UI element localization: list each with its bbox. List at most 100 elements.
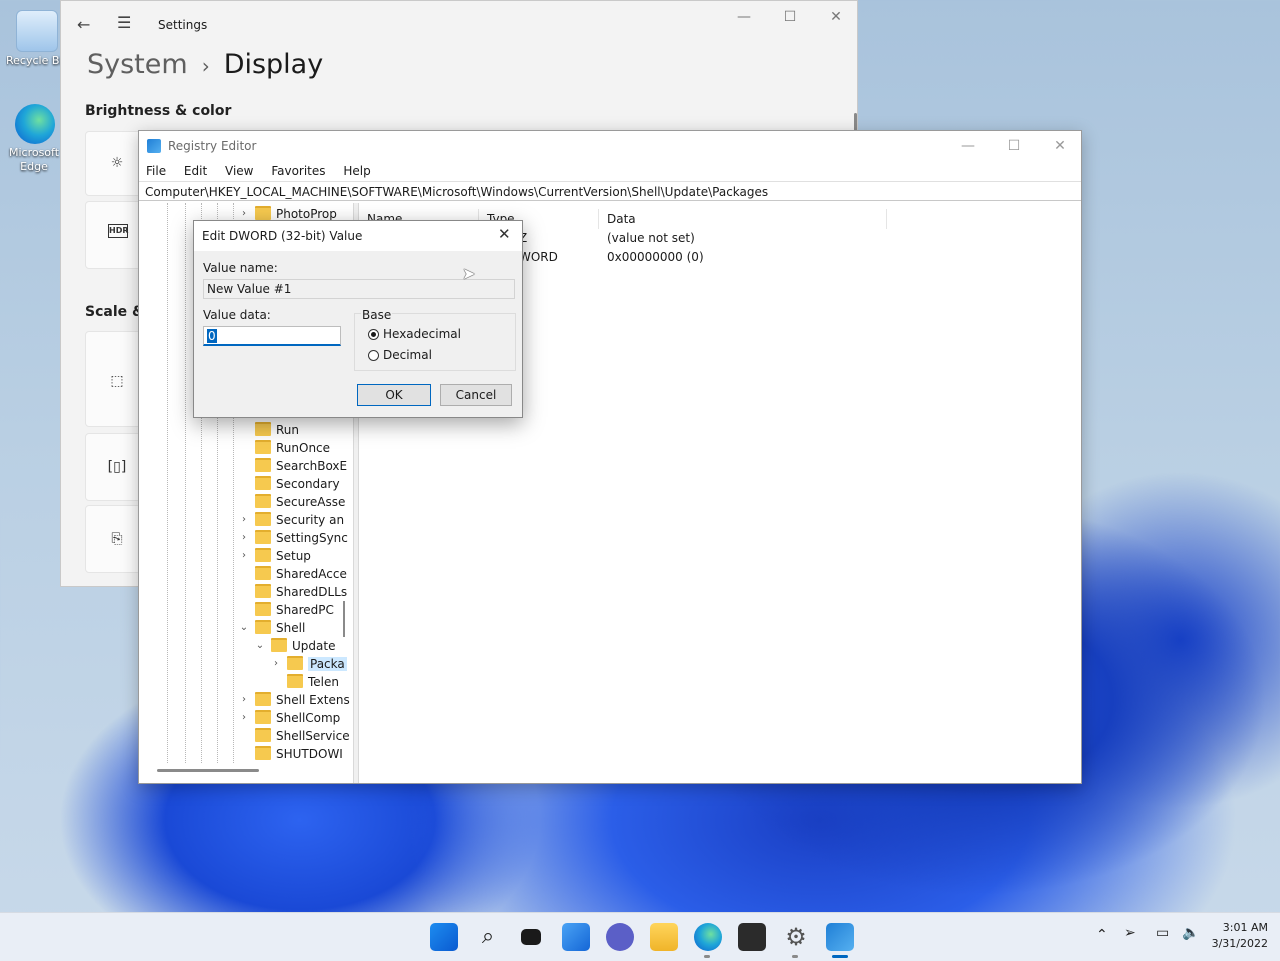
maximize-button[interactable]: ☐ bbox=[767, 1, 813, 33]
store-icon[interactable] bbox=[738, 923, 766, 951]
resolution-card[interactable]: [▯] bbox=[85, 433, 145, 501]
menu-view[interactable]: View bbox=[225, 164, 253, 178]
edge-label: Microsoft Edge bbox=[8, 146, 60, 173]
task-view-icon[interactable] bbox=[521, 929, 541, 945]
radio-checked-icon[interactable] bbox=[368, 329, 379, 340]
column-data-header[interactable]: Data bbox=[599, 209, 887, 229]
tree-item-label: ShellService bbox=[276, 729, 350, 743]
folder-icon bbox=[255, 440, 271, 454]
network-icon[interactable]: ▭ bbox=[1156, 925, 1169, 941]
tree-vertical-scrollbar[interactable] bbox=[343, 601, 345, 637]
value-data-input[interactable]: 0 bbox=[203, 326, 341, 346]
clock-date[interactable]: 3/31/2022 bbox=[1204, 937, 1268, 950]
tree-item-label: SecureAsse bbox=[276, 495, 346, 509]
chevron-right-icon[interactable]: › bbox=[239, 691, 249, 709]
radio-unchecked-icon[interactable] bbox=[368, 350, 379, 361]
chevron-right-icon[interactable]: › bbox=[239, 709, 249, 727]
tree-item-label: Run bbox=[276, 423, 300, 437]
tree-item[interactable]: Secondary bbox=[255, 475, 340, 493]
menu-favorites[interactable]: Favorites bbox=[271, 164, 325, 178]
breadcrumb-display: Display bbox=[223, 49, 324, 80]
tree-item[interactable]: › Shell Extens bbox=[242, 691, 350, 709]
start-icon[interactable] bbox=[430, 923, 458, 951]
chevron-right-icon[interactable]: › bbox=[271, 655, 281, 673]
scale-icon: ⬚ bbox=[110, 373, 124, 389]
menu-file[interactable]: File bbox=[146, 164, 166, 178]
dialog-title: Edit DWORD (32-bit) Value bbox=[202, 229, 363, 243]
tree-item-shell[interactable]: ⌄ Shell bbox=[240, 619, 305, 637]
orientation-card[interactable]: ⎘ bbox=[85, 505, 145, 573]
folder-icon bbox=[255, 710, 271, 724]
location-icon[interactable]: ➢ bbox=[1124, 925, 1136, 941]
tree-item[interactable]: Telen bbox=[287, 673, 339, 691]
tree-item[interactable]: › Setup bbox=[242, 547, 311, 565]
chat-icon[interactable] bbox=[606, 923, 634, 951]
clock-time[interactable]: 3:01 AM bbox=[1214, 921, 1268, 934]
hex-radio[interactable]: Hexadecimal bbox=[368, 327, 461, 341]
chevron-right-icon[interactable]: › bbox=[239, 547, 249, 565]
chevron-up-icon[interactable]: ⌃ bbox=[1096, 927, 1108, 943]
tree-item[interactable]: SearchBoxE bbox=[255, 457, 347, 475]
tree-item[interactable]: SHUTDOWI bbox=[255, 745, 343, 763]
folder-icon bbox=[255, 566, 271, 580]
edge-icon[interactable] bbox=[694, 923, 722, 951]
scale-card[interactable]: ⬚ bbox=[85, 331, 145, 427]
tree-item-label: Shell Extens bbox=[276, 693, 350, 707]
menu-help[interactable]: Help bbox=[343, 164, 370, 178]
folder-icon bbox=[255, 746, 271, 760]
decimal-radio[interactable]: Decimal bbox=[368, 348, 432, 362]
chevron-right-icon[interactable]: › bbox=[239, 511, 249, 529]
regedit-close-button[interactable]: ✕ bbox=[1037, 130, 1083, 162]
brightness-card[interactable]: ☼ bbox=[85, 131, 145, 196]
breadcrumb-system[interactable]: System bbox=[87, 49, 188, 80]
address-bar[interactable]: Computer\HKEY_LOCAL_MACHINE\SOFTWARE\Mic… bbox=[139, 181, 1081, 201]
tree-item[interactable]: SharedPC bbox=[255, 601, 334, 619]
volume-icon[interactable]: 🔈 bbox=[1182, 925, 1199, 941]
tree-horizontal-scrollbar[interactable] bbox=[157, 769, 259, 772]
tree-item-packages[interactable]: › Packa bbox=[274, 655, 347, 673]
value-data-label: Value data: bbox=[203, 308, 271, 322]
tree-item-label: SharedAcce bbox=[276, 567, 347, 581]
tree-item[interactable]: › ShellComp bbox=[242, 709, 340, 727]
tree-item[interactable]: SecureAsse bbox=[255, 493, 345, 511]
menu-edit[interactable]: Edit bbox=[184, 164, 207, 178]
tree-item-update[interactable]: ⌄ Update bbox=[256, 637, 335, 655]
regedit-app-icon bbox=[147, 139, 161, 153]
tree-item[interactable]: › SettingSync bbox=[242, 529, 348, 547]
cancel-button[interactable]: Cancel bbox=[440, 384, 512, 406]
folder-icon bbox=[255, 494, 271, 508]
tree-item[interactable]: Run bbox=[255, 421, 299, 439]
tree-item[interactable]: SharedDLLs bbox=[255, 583, 347, 601]
regedit-maximize-button[interactable]: ☐ bbox=[991, 130, 1037, 162]
tree-item[interactable]: ShellService bbox=[255, 727, 350, 745]
recycle-bin-icon bbox=[16, 10, 58, 52]
regedit-minimize-button[interactable]: — bbox=[945, 130, 991, 162]
minimize-button[interactable]: — bbox=[721, 1, 767, 33]
dialog-close-icon[interactable]: ✕ bbox=[498, 225, 511, 243]
value-type-cell: WORD bbox=[519, 250, 558, 264]
folder-icon bbox=[287, 656, 303, 670]
file-explorer-icon[interactable] bbox=[650, 923, 678, 951]
search-icon[interactable]: ⌕ bbox=[474, 923, 502, 951]
hamburger-menu-icon[interactable]: ☰ bbox=[117, 13, 131, 32]
close-button[interactable]: ✕ bbox=[813, 1, 859, 33]
tree-item[interactable]: SharedAcce bbox=[255, 565, 347, 583]
back-arrow-icon[interactable]: ← bbox=[77, 15, 90, 34]
settings-icon[interactable]: ⚙ bbox=[782, 923, 810, 951]
edit-dword-dialog: Edit DWORD (32-bit) Value ✕ Value name: … bbox=[193, 220, 523, 418]
tree-item[interactable]: RunOnce bbox=[255, 439, 330, 457]
tree-item-label: Packa bbox=[308, 657, 347, 671]
chevron-right-icon: › bbox=[201, 54, 210, 78]
chevron-down-icon[interactable]: ⌄ bbox=[239, 619, 249, 637]
folder-icon bbox=[255, 530, 271, 544]
hdr-card[interactable]: HDR bbox=[85, 201, 145, 269]
brightness-icon: ☼ bbox=[110, 155, 124, 171]
folder-icon bbox=[255, 422, 271, 436]
hex-radio-label: Hexadecimal bbox=[383, 327, 461, 341]
ok-button[interactable]: OK bbox=[357, 384, 431, 406]
chevron-right-icon[interactable]: › bbox=[239, 529, 249, 547]
tree-item[interactable]: › Security an bbox=[242, 511, 344, 529]
widgets-icon[interactable] bbox=[562, 923, 590, 951]
regedit-icon[interactable] bbox=[826, 923, 854, 951]
chevron-down-icon[interactable]: ⌄ bbox=[255, 637, 265, 655]
